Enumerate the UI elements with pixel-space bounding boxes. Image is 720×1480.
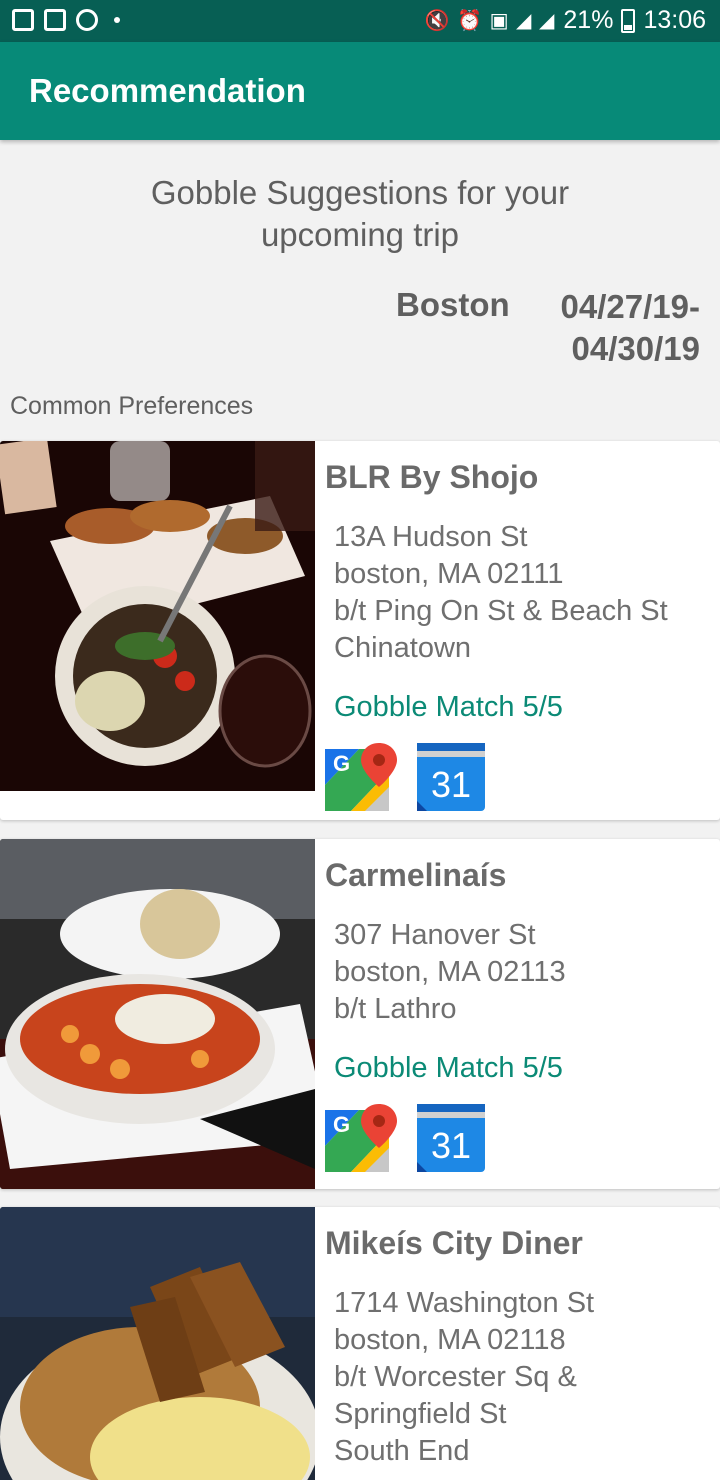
restaurant-name: Mikeís City Diner: [325, 1225, 583, 1261]
svg-text:G: G: [333, 1112, 350, 1137]
restaurant-address: 1714 Washington St boston, MA 02118 b/t …: [334, 1287, 595, 1467]
calendar-icon[interactable]: 31: [415, 1102, 487, 1174]
common-preferences-label: Common Preferences: [10, 392, 254, 420]
restaurant-name: Carmelinaís: [325, 857, 507, 893]
suggestion-heading: Gobble Suggestions for your upcoming tri…: [60, 172, 660, 256]
calendar-day: 31: [431, 1125, 471, 1166]
restaurant-card[interactable]: BLR By Shojo 13A Hudson St boston, MA 02…: [0, 441, 720, 820]
status-icons: 🔇 ⏰ ▣ ◢ ◢: [424, 9, 556, 32]
gobble-match: Gobble Match 5/5: [334, 691, 563, 723]
battery-percent: 21%: [563, 6, 614, 34]
calendar-day: 31: [431, 764, 471, 805]
trip-city: Boston: [396, 286, 510, 323]
restaurant-address: 307 Hanover St boston, MA 02113 b/t Lath…: [334, 919, 566, 1025]
page-title: Recommendation: [29, 72, 306, 109]
more-notifications-icon: [114, 17, 120, 23]
gobble-match: Gobble Match 5/5: [334, 1052, 563, 1084]
restaurant-photo: [0, 441, 315, 791]
svg-text:G: G: [333, 751, 350, 776]
gallery-notification-icon: [12, 9, 34, 31]
battery-icon: [621, 8, 636, 33]
trip-date-end: 04/30/19: [571, 330, 700, 367]
restaurant-photo: [0, 839, 315, 1189]
sync-notification-icon: [76, 9, 98, 31]
status-bar: 🔇 ⏰ ▣ ◢ ◢ 21% 13:06: [0, 0, 720, 42]
google-maps-icon[interactable]: G: [325, 1102, 397, 1174]
suggestion-line-1: Gobble Suggestions for your: [150, 174, 570, 211]
suggestion-line-2: upcoming trip: [260, 216, 460, 253]
calendar-icon[interactable]: 31: [415, 741, 487, 813]
google-maps-icon[interactable]: G: [325, 741, 397, 813]
mail-notification-icon: [44, 9, 66, 31]
trip-date-start: 04/27/19-: [560, 288, 700, 325]
restaurant-photo: [0, 1207, 315, 1480]
restaurant-name: BLR By Shojo: [325, 459, 539, 495]
clock: 13:06: [643, 6, 706, 34]
trip-dates: 04/27/19- 04/30/19: [520, 286, 700, 370]
restaurant-card[interactable]: Carmelinaís 307 Hanover St boston, MA 02…: [0, 839, 720, 1189]
app-bar: Recommendation: [0, 42, 720, 140]
restaurant-address: 13A Hudson St boston, MA 02111 b/t Ping …: [334, 521, 668, 664]
restaurant-card[interactable]: Mikeís City Diner 1714 Washington St bos…: [0, 1207, 720, 1480]
